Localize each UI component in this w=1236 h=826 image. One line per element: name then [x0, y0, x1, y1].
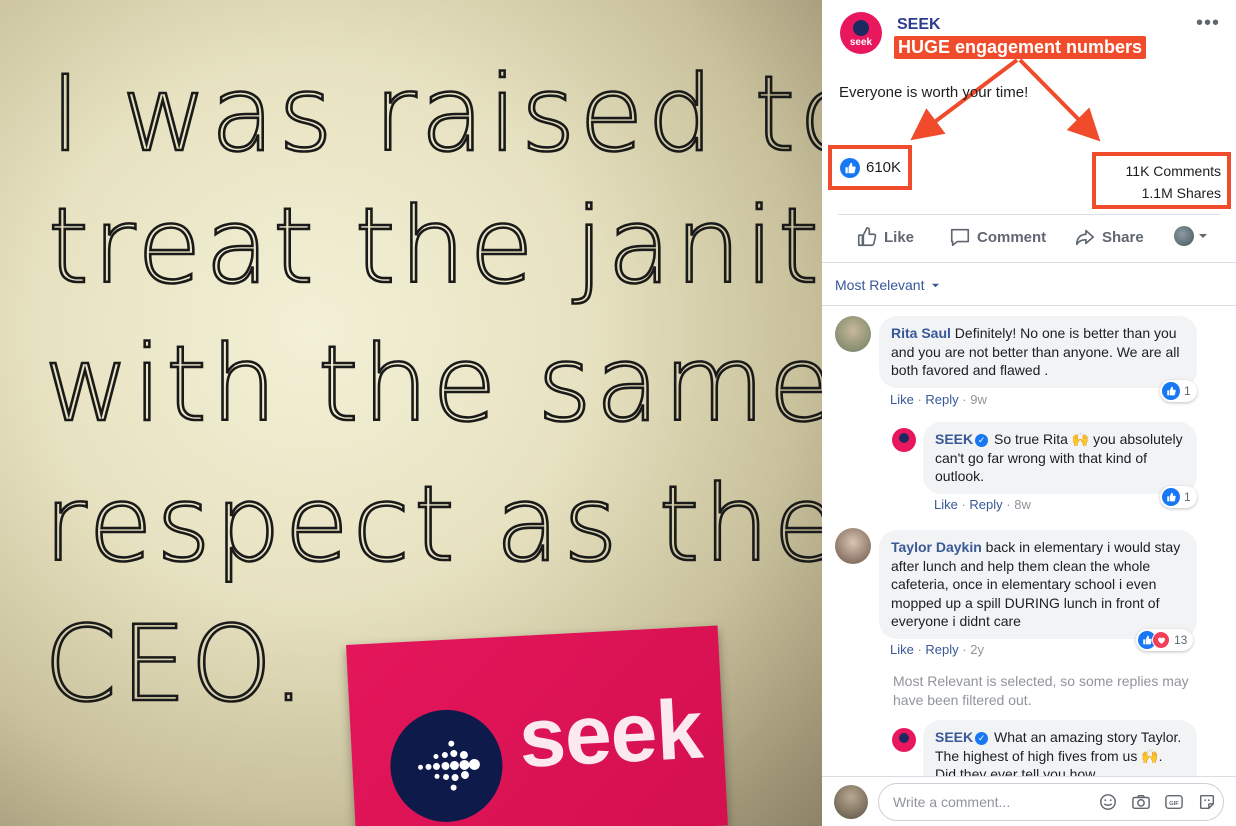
reply-bubble: SEEK ✓ What an amazing story Taylor. The … — [923, 720, 1197, 776]
commenter-avatar[interactable] — [835, 316, 871, 352]
like-button[interactable]: Like — [856, 226, 914, 248]
comment-author-link[interactable]: Taylor Daykin — [891, 539, 982, 555]
comment-button[interactable]: Comment — [949, 226, 1046, 248]
comment-reply-link[interactable]: Reply — [925, 642, 958, 657]
current-user-avatar — [834, 785, 868, 819]
seek-business-card: seek — [346, 625, 728, 826]
seek-wordmark: seek — [516, 681, 705, 786]
comment-icon — [950, 228, 970, 247]
engagement-counts: 11K Comments 1.1M Shares — [1092, 152, 1231, 209]
verified-badge-icon: ✓ — [975, 434, 989, 447]
post-photo[interactable]: I was raised to treat the janitor with t… — [0, 0, 822, 826]
reaction-count: 1 — [1184, 384, 1191, 398]
note-line-1: I was raised to — [50, 53, 822, 175]
note-line-3: with the same — [44, 323, 822, 445]
post-text: Everyone is worth your time! — [839, 84, 1029, 101]
comment-label: Comment — [977, 228, 1047, 246]
note-line-5: CEO. — [44, 603, 309, 725]
comment-time[interactable]: 2y — [970, 642, 984, 657]
reply-author-link[interactable]: SEEK — [935, 431, 973, 447]
ellipsis-icon[interactable]: ••• — [1196, 12, 1220, 35]
filter-label: Most Relevant — [835, 277, 925, 293]
reply-author-link[interactable]: SEEK — [935, 729, 973, 745]
commenter-avatar[interactable] — [835, 528, 871, 564]
comments-list: Rita Saul Definitely! No one is better t… — [822, 306, 1236, 776]
user-avatar — [1174, 226, 1194, 246]
share-button[interactable]: Share — [1074, 226, 1144, 248]
page-avatar[interactable] — [892, 428, 916, 452]
reply-reply-link[interactable]: Reply — [969, 497, 1002, 512]
comment-bubble: Rita Saul Definitely! No one is better t… — [879, 316, 1197, 388]
page-avatar[interactable] — [892, 728, 916, 752]
chevron-down-icon — [1199, 234, 1207, 238]
reply-bubble: SEEK ✓ So true Rita 🙌 you absolutely can'… — [923, 422, 1197, 494]
comment-reply-link[interactable]: Reply — [925, 392, 958, 407]
comment-meta: Like · Reply · 9w — [890, 392, 987, 407]
post-header: seek SEEK ••• HUGE engagement numbers — [822, 0, 1236, 80]
page-name-link[interactable]: SEEK — [897, 16, 941, 34]
annotation-label: HUGE engagement numbers — [894, 36, 1147, 59]
svg-text:GIF: GIF — [1169, 801, 1179, 807]
divider — [838, 214, 1220, 215]
comment-time[interactable]: 9w — [970, 392, 987, 407]
composer-tools: GIF — [1097, 791, 1218, 813]
comment-filter-bar: Most Relevant — [822, 262, 1236, 306]
sticker-icon[interactable] — [1196, 791, 1218, 813]
comment-like-link[interactable]: Like — [890, 642, 914, 657]
comments-count-link[interactable]: 11K Comments — [1096, 160, 1221, 182]
reply-time[interactable]: 8w — [1014, 497, 1031, 512]
page-avatar[interactable]: seek — [840, 12, 882, 54]
gif-icon[interactable]: GIF — [1163, 791, 1185, 813]
comment-reactions[interactable]: 13 — [1136, 629, 1194, 651]
verified-badge-icon: ✓ — [975, 732, 989, 745]
comment-like-link[interactable]: Like — [890, 392, 914, 407]
thumbs-up-icon — [1162, 382, 1180, 400]
react-as-selector[interactable] — [1174, 226, 1208, 246]
camera-icon[interactable] — [1130, 791, 1152, 813]
thumbs-up-icon — [857, 227, 877, 247]
reply-like-link[interactable]: Like — [934, 497, 958, 512]
note-line-4: respect as the — [44, 463, 822, 585]
reply-meta: Like · Reply · 8w — [934, 497, 1031, 512]
comment-meta: Like · Reply · 2y — [890, 642, 984, 657]
comment-composer: Write a comment... GIF — [822, 776, 1236, 826]
share-label: Share — [1102, 228, 1144, 246]
reaction-count: 13 — [1174, 633, 1188, 647]
comment-author-link[interactable]: Rita Saul — [891, 325, 951, 341]
emoji-icon[interactable] — [1097, 791, 1119, 813]
like-label: Like — [884, 228, 915, 246]
caret-down-icon — [932, 283, 940, 288]
reaction-count: 1 — [1184, 490, 1191, 504]
reply-reactions[interactable]: 1 — [1160, 486, 1197, 508]
thumbs-up-icon — [1162, 488, 1180, 506]
seek-logo-icon — [853, 20, 869, 36]
post-actions: Like Comment Share — [822, 218, 1236, 258]
reactions-count[interactable]: 610K — [828, 145, 912, 190]
post-panel: seek SEEK ••• HUGE engagement numbers Ev… — [822, 0, 1236, 826]
share-icon — [1075, 229, 1095, 246]
seek-logo-icon — [387, 707, 506, 825]
comment-bubble: Taylor Daykin back in elementary i would… — [879, 530, 1197, 639]
comment-reactions[interactable]: 1 — [1160, 380, 1197, 402]
thumbs-up-icon — [840, 157, 860, 178]
likes-count: 610K — [866, 159, 902, 176]
shares-count-link[interactable]: 1.1M Shares — [1096, 182, 1221, 204]
avatar-label: seek — [849, 37, 873, 48]
most-relevant-dropdown[interactable]: Most Relevant — [835, 277, 940, 293]
note-line-2: treat the janitor — [48, 185, 822, 307]
comment-placeholder: Write a comment... — [893, 794, 1011, 810]
filtered-replies-note: Most Relevant is selected, so some repli… — [893, 673, 1189, 708]
heart-icon — [1152, 631, 1170, 649]
